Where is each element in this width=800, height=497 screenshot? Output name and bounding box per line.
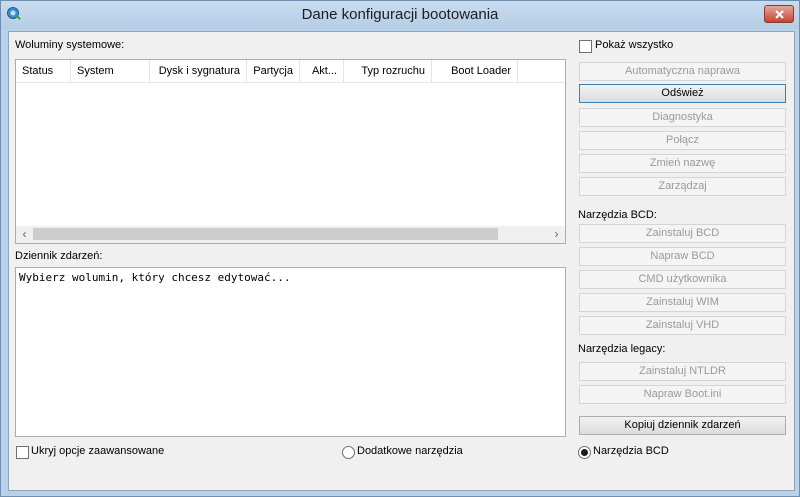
bcd-tools-label: Narzędzia BCD: [578, 209, 657, 221]
chevron-left-icon[interactable]: ‹ [16, 226, 33, 243]
column-status[interactable]: Status [16, 60, 71, 82]
log-label: Dziennik zdarzeń: [15, 250, 103, 262]
close-button[interactable] [764, 5, 794, 23]
event-log-text: Wybierz wolumin, który chcesz edytować..… [19, 271, 291, 284]
close-icon [775, 10, 784, 19]
install-vhd-button[interactable]: Zainstaluj VHD [579, 316, 786, 335]
copy-log-button[interactable]: Kopiuj dziennik zdarzeń [579, 416, 786, 435]
volumes-label: Woluminy systemowe: [15, 39, 125, 51]
hide-advanced-label[interactable]: Ukryj opcje zaawansowane [31, 445, 164, 457]
extra-tools-label[interactable]: Dodatkowe narzędzia [357, 445, 463, 457]
diagnostics-button[interactable]: Diagnostyka [579, 108, 786, 127]
manage-button[interactable]: Zarządzaj [579, 177, 786, 196]
repair-bootini-button[interactable]: Napraw Boot.ini [579, 385, 786, 404]
column-disk-signature[interactable]: Dysk i sygnatura [150, 60, 247, 82]
install-wim-button[interactable]: Zainstaluj WIM [579, 293, 786, 312]
show-all-label[interactable]: Pokaż wszystko [595, 39, 673, 51]
volumes-column-header: Status System Dysk i sygnatura Partycja … [16, 60, 565, 83]
app-window: Dane konfiguracji bootowania Woluminy sy… [0, 0, 800, 497]
show-all-checkbox[interactable] [579, 40, 592, 53]
bcd-tools-radio[interactable] [578, 446, 591, 459]
scrollbar-thumb[interactable] [33, 228, 498, 240]
user-cmd-button[interactable]: CMD użytkownika [579, 270, 786, 289]
volumes-list[interactable]: Status System Dysk i sygnatura Partycja … [15, 59, 566, 244]
event-log-textbox[interactable]: Wybierz wolumin, który chcesz edytować..… [15, 267, 566, 437]
column-boot-loader[interactable]: Boot Loader [432, 60, 518, 82]
horizontal-scrollbar[interactable]: ‹ › [16, 226, 565, 243]
radio-selected-dot [581, 449, 588, 456]
window-title: Dane konfiguracji bootowania [301, 6, 499, 23]
chevron-right-icon[interactable]: › [548, 226, 565, 243]
rename-button[interactable]: Zmień nazwę [579, 154, 786, 173]
titlebar[interactable]: Dane konfiguracji bootowania [1, 1, 799, 29]
column-system[interactable]: System [71, 60, 150, 82]
refresh-button[interactable]: Odśwież [579, 84, 786, 103]
bcd-tools-radio-label[interactable]: Narzędzia BCD [593, 445, 669, 457]
extra-tools-radio[interactable] [342, 446, 355, 459]
hide-advanced-checkbox[interactable] [16, 446, 29, 459]
legacy-tools-label: Narzędzia legacy: [578, 343, 666, 355]
repair-bcd-button[interactable]: Napraw BCD [579, 247, 786, 266]
install-ntldr-button[interactable]: Zainstaluj NTLDR [579, 362, 786, 381]
install-bcd-button[interactable]: Zainstaluj BCD [579, 224, 786, 243]
client-area: Woluminy systemowe: Status System Dysk i… [8, 31, 795, 491]
auto-repair-button[interactable]: Automatyczna naprawa [579, 62, 786, 81]
column-active[interactable]: Akt... [300, 60, 344, 82]
column-boot-type[interactable]: Typ rozruchu [344, 60, 432, 82]
connect-button[interactable]: Połącz [579, 131, 786, 150]
column-partition[interactable]: Partycja [247, 60, 300, 82]
